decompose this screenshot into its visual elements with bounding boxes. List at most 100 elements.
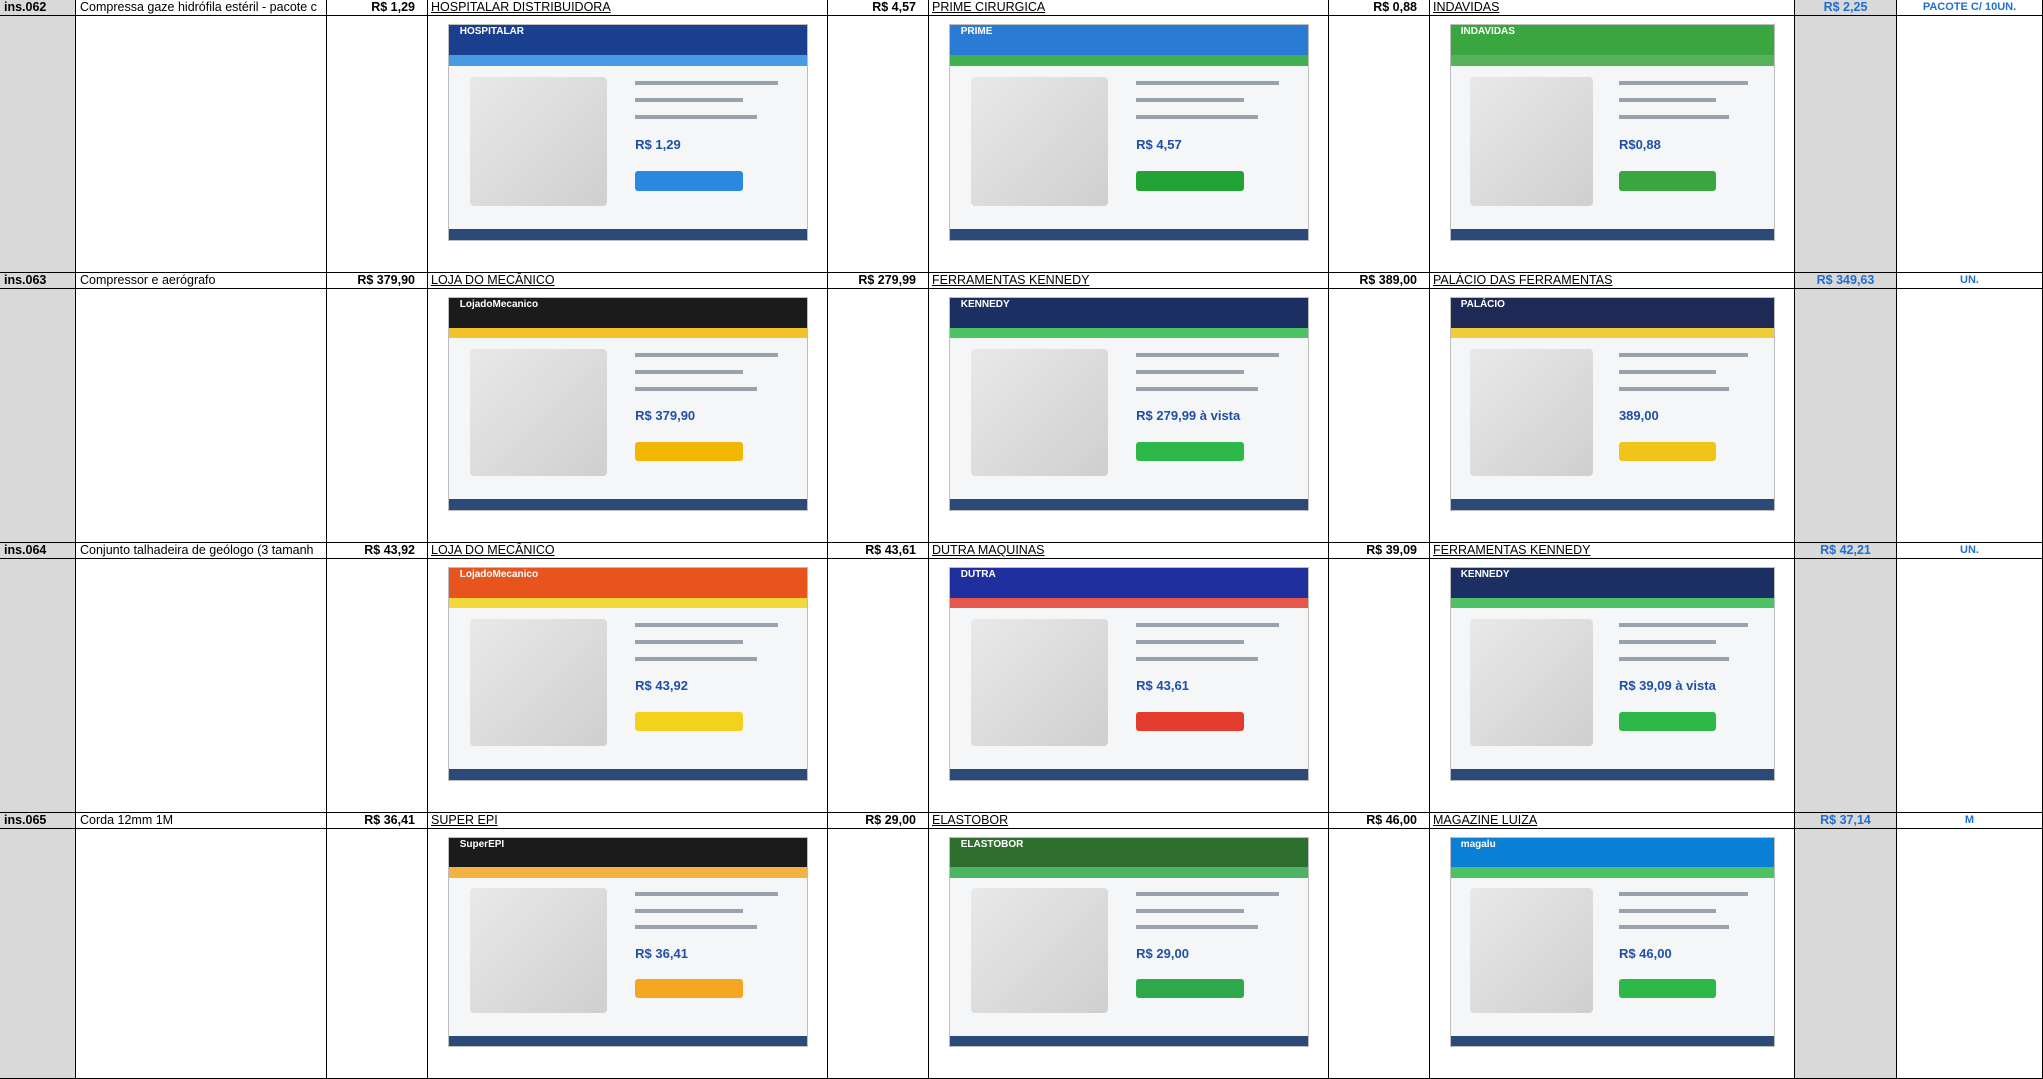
unit-label[interactable]: M <box>1897 813 2043 829</box>
reference-price[interactable]: R$ 1,29 <box>327 0 428 16</box>
buy-button <box>1618 712 1716 732</box>
buy-button <box>635 171 743 191</box>
store-screenshot: ELASTOBOR R$ 29,00 <box>949 837 1309 1047</box>
price-cell-body[interactable] <box>828 559 929 813</box>
product-text <box>1618 657 1729 662</box>
product-text <box>635 353 779 358</box>
store-name[interactable]: LOJA DO MECÂNICO <box>428 273 828 289</box>
product-price: R$ 379,90 <box>635 408 696 424</box>
site-logo: PALÁCIO <box>1460 298 1505 310</box>
product-text <box>1136 892 1280 897</box>
item-description[interactable]: Conjunto talhadeira de geólogo (3 tamanh <box>76 543 327 559</box>
price-cell-body[interactable] <box>1329 829 1430 1079</box>
site-nav <box>449 867 807 878</box>
unit-cell-body[interactable] <box>1897 289 2043 543</box>
unit-cell-body[interactable] <box>1897 559 2043 813</box>
description-cell-body[interactable] <box>76 559 327 813</box>
product-text <box>1136 98 1244 103</box>
store-name[interactable]: LOJA DO MECÂNICO <box>428 543 828 559</box>
price-cell-body[interactable] <box>828 289 929 543</box>
average-cell-body[interactable] <box>1795 829 1897 1079</box>
average-price[interactable]: R$ 349,63 <box>1795 273 1897 289</box>
unit-cell-body[interactable] <box>1897 829 2043 1079</box>
code-cell-body[interactable] <box>0 559 76 813</box>
unit-label[interactable]: PACOTE C/ 10UN. <box>1897 0 2043 16</box>
item-code[interactable]: ins.065 <box>0 813 76 829</box>
description-cell-body[interactable] <box>76 289 327 543</box>
item-description[interactable]: Compressa gaze hidrófila estéril - pacot… <box>76 0 327 16</box>
item-description[interactable]: Corda 12mm 1M <box>76 813 327 829</box>
code-cell-body[interactable] <box>0 289 76 543</box>
product-text <box>635 640 743 645</box>
taskbar <box>449 1035 807 1046</box>
price-cell-body[interactable] <box>828 16 929 273</box>
unit-label[interactable]: UN. <box>1897 273 2043 289</box>
store-name[interactable]: MAGAZINE LUIZA <box>1430 813 1795 829</box>
item-code[interactable]: ins.063 <box>0 273 76 289</box>
average-cell-body[interactable] <box>1795 16 1897 273</box>
product-text <box>1618 892 1749 897</box>
reference-price[interactable]: R$ 36,41 <box>327 813 428 829</box>
taskbar <box>449 769 807 780</box>
store-price[interactable]: R$ 0,88 <box>1329 0 1430 16</box>
price-cell-body[interactable] <box>1329 559 1430 813</box>
code-cell-body[interactable] <box>0 16 76 273</box>
average-price[interactable]: R$ 37,14 <box>1795 813 1897 829</box>
price-cell-body[interactable] <box>1329 16 1430 273</box>
product-image <box>470 348 607 477</box>
buy-button <box>1136 712 1244 732</box>
store-name[interactable]: INDAVIDAS <box>1430 0 1795 16</box>
product-price: R$ 43,61 <box>1136 678 1189 694</box>
site-header: PRIME <box>950 25 1308 56</box>
product-text <box>1136 640 1244 645</box>
product-text <box>1136 657 1258 662</box>
ref-price-cell-body[interactable] <box>327 829 428 1079</box>
store-name[interactable]: FERRAMENTAS KENNEDY <box>1430 543 1795 559</box>
product-text <box>1136 387 1258 392</box>
store-name[interactable]: ELASTOBOR <box>929 813 1329 829</box>
average-cell-body[interactable] <box>1795 289 1897 543</box>
store-screenshot: DUTRA R$ 43,61 <box>949 567 1309 781</box>
item-code[interactable]: ins.064 <box>0 543 76 559</box>
ref-price-cell-body[interactable] <box>327 559 428 813</box>
store-price[interactable]: R$ 4,57 <box>828 0 929 16</box>
average-price[interactable]: R$ 2,25 <box>1795 0 1897 16</box>
unit-cell-body[interactable] <box>1897 16 2043 273</box>
ref-price-cell-body[interactable] <box>327 289 428 543</box>
code-cell-body[interactable] <box>0 829 76 1079</box>
store-price[interactable]: R$ 279,99 <box>828 273 929 289</box>
taskbar <box>950 229 1308 240</box>
buy-button <box>1618 171 1716 191</box>
store-price[interactable]: R$ 389,00 <box>1329 273 1430 289</box>
product-image <box>1470 887 1594 1013</box>
description-cell-body[interactable] <box>76 829 327 1079</box>
description-cell-body[interactable] <box>76 16 327 273</box>
product-text <box>1618 115 1729 120</box>
store-screenshot: HOSPITALAR R$ 1,29 <box>448 24 808 241</box>
store-name[interactable]: DUTRA MAQUINAS <box>929 543 1329 559</box>
store-name[interactable]: PRIME CIRURGICA <box>929 0 1329 16</box>
item-description[interactable]: Compressor e aerógrafo <box>76 273 327 289</box>
unit-label[interactable]: UN. <box>1897 543 2043 559</box>
average-price[interactable]: R$ 42,21 <box>1795 543 1897 559</box>
product-text <box>635 387 757 392</box>
store-name[interactable]: FERRAMENTAS KENNEDY <box>929 273 1329 289</box>
product-text <box>1136 353 1280 358</box>
reference-price[interactable]: R$ 379,90 <box>327 273 428 289</box>
store-name[interactable]: PALÁCIO DAS FERRAMENTAS <box>1430 273 1795 289</box>
taskbar <box>1451 1035 1774 1046</box>
store-price[interactable]: R$ 39,09 <box>1329 543 1430 559</box>
store-name[interactable]: HOSPITALAR DISTRIBUIDORA <box>428 0 828 16</box>
product-text <box>1136 623 1280 628</box>
reference-price[interactable]: R$ 43,92 <box>327 543 428 559</box>
store-name[interactable]: SUPER EPI <box>428 813 828 829</box>
price-cell-body[interactable] <box>1329 289 1430 543</box>
store-price[interactable]: R$ 43,61 <box>828 543 929 559</box>
price-cell-body[interactable] <box>828 829 929 1079</box>
store-price[interactable]: R$ 29,00 <box>828 813 929 829</box>
item-code[interactable]: ins.062 <box>0 0 76 16</box>
ref-price-cell-body[interactable] <box>327 16 428 273</box>
store-price[interactable]: R$ 46,00 <box>1329 813 1430 829</box>
average-cell-body[interactable] <box>1795 559 1897 813</box>
product-price: R$ 1,29 <box>635 136 681 152</box>
